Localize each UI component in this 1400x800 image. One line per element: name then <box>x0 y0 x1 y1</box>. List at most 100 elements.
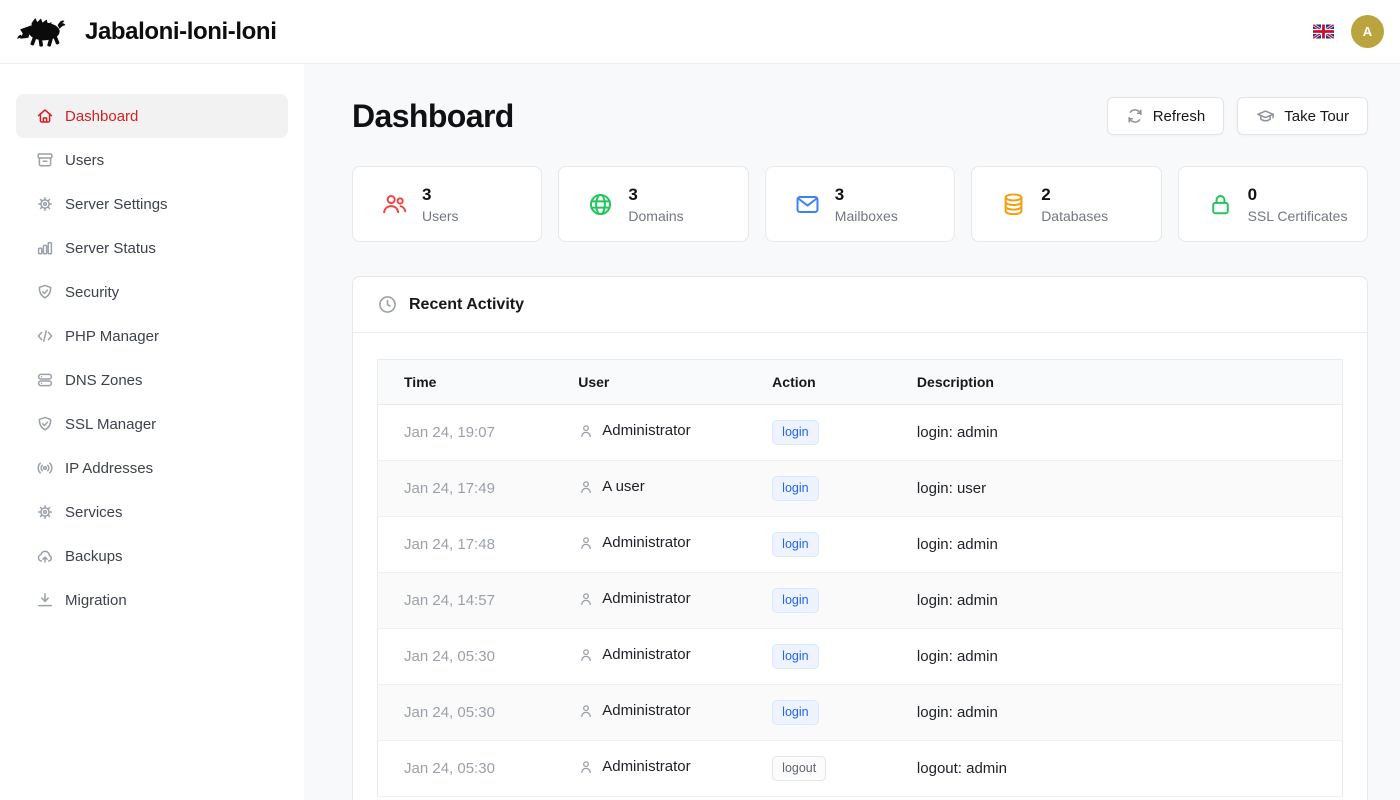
person-icon <box>578 423 594 439</box>
person-icon <box>578 759 594 775</box>
table-header-row: Time User Action Description <box>378 360 1343 405</box>
action-badge: login <box>772 476 818 501</box>
sidebar-item-label: Services <box>65 504 123 521</box>
column-header-description: Description <box>917 360 1343 405</box>
archive-icon <box>36 151 54 169</box>
sidebar-item-ip-addresses[interactable]: IP Addresses <box>16 446 288 490</box>
description-cell: login: admin <box>917 517 1343 573</box>
user-cell: Administrator <box>602 590 690 607</box>
description-cell: logout: admin <box>917 741 1343 797</box>
activity-table: Time User Action Description Jan 24, 19:… <box>377 359 1343 797</box>
stat-cards: 3 Users 3 Domains 3 Mailboxes <box>352 166 1368 242</box>
table-row: Jan 24, 17:49 A user login login: user <box>378 461 1343 517</box>
stat-card-domains: 3 Domains <box>558 166 748 242</box>
sidebar-item-server-status[interactable]: Server Status <box>16 226 288 270</box>
panel-title: Recent Activity <box>409 296 524 314</box>
sidebar-item-security[interactable]: Security <box>16 270 288 314</box>
time-cell: Jan 24, 05:30 <box>378 629 579 685</box>
table-row: Jan 24, 05:30 Administrator login login:… <box>378 629 1343 685</box>
user-cell: Administrator <box>602 422 690 439</box>
page-title: Dashboard <box>352 100 514 132</box>
take-tour-button-label: Take Tour <box>1284 108 1349 125</box>
database-icon <box>1000 191 1027 218</box>
user-cell: A user <box>602 478 645 495</box>
broadcast-icon <box>36 459 54 477</box>
sidebar-item-label: Server Settings <box>65 196 168 213</box>
action-badge: logout <box>772 756 826 781</box>
boar-logo-icon <box>16 12 68 52</box>
time-cell: Jan 24, 05:30 <box>378 685 579 741</box>
person-icon <box>578 479 594 495</box>
sidebar-item-dashboard[interactable]: Dashboard <box>16 94 288 138</box>
language-flag-icon[interactable] <box>1313 24 1334 39</box>
person-icon <box>578 703 594 719</box>
stat-card-databases: 2 Databases <box>971 166 1161 242</box>
refresh-button[interactable]: Refresh <box>1107 97 1225 135</box>
take-tour-button[interactable]: Take Tour <box>1237 97 1368 135</box>
time-cell: Jan 24, 19:07 <box>378 405 579 461</box>
sidebar-item-ssl-manager[interactable]: SSL Manager <box>16 402 288 446</box>
sidebar: Dashboard Users Server Settings Server S… <box>0 64 304 800</box>
stat-card-ssl-certificates: 0 SSL Certificates <box>1178 166 1368 242</box>
time-cell: Jan 24, 17:49 <box>378 461 579 517</box>
stat-card-users: 3 Users <box>352 166 542 242</box>
description-cell: login: admin <box>917 629 1343 685</box>
stat-label: Domains <box>628 208 683 224</box>
sidebar-item-server-settings[interactable]: Server Settings <box>16 182 288 226</box>
home-icon <box>36 107 54 125</box>
sidebar-item-migration[interactable]: Migration <box>16 578 288 622</box>
action-badge: login <box>772 532 818 557</box>
table-row: Jan 24, 17:48 Administrator login login:… <box>378 517 1343 573</box>
graduation-cap-icon <box>1256 107 1275 126</box>
sidebar-item-label: Dashboard <box>65 108 138 125</box>
sidebar-item-services[interactable]: Services <box>16 490 288 534</box>
stat-label: Users <box>422 208 459 224</box>
description-cell: login: admin <box>917 573 1343 629</box>
sidebar-item-label: Migration <box>65 592 127 609</box>
stat-value: 3 <box>628 184 683 205</box>
stat-value: 0 <box>1248 184 1348 205</box>
gear-icon <box>36 195 54 213</box>
stat-card-mailboxes: 3 Mailboxes <box>765 166 955 242</box>
user-cell: Administrator <box>602 758 690 775</box>
sidebar-item-label: IP Addresses <box>65 460 153 477</box>
sidebar-item-php-manager[interactable]: PHP Manager <box>16 314 288 358</box>
person-icon <box>578 591 594 607</box>
description-cell: login: user <box>917 461 1343 517</box>
bar-chart-icon <box>36 239 54 257</box>
recent-activity-panel: Recent Activity Time User Action Descrip… <box>352 276 1368 800</box>
topbar: Jabaloni-loni-loni A <box>0 0 1400 64</box>
sidebar-item-label: PHP Manager <box>65 328 159 345</box>
clock-icon <box>377 294 398 315</box>
user-cell: Administrator <box>602 702 690 719</box>
person-icon <box>578 535 594 551</box>
time-cell: Jan 24, 14:57 <box>378 573 579 629</box>
action-badge: login <box>772 700 818 725</box>
table-row: Jan 24, 19:07 Administrator login login:… <box>378 405 1343 461</box>
sidebar-item-label: DNS Zones <box>65 372 143 389</box>
globe-icon <box>587 191 614 218</box>
sidebar-item-dns-zones[interactable]: DNS Zones <box>16 358 288 402</box>
stat-label: Mailboxes <box>835 208 898 224</box>
action-badge: login <box>772 588 818 613</box>
stat-value: 3 <box>835 184 898 205</box>
sidebar-item-backups[interactable]: Backups <box>16 534 288 578</box>
sidebar-item-users[interactable]: Users <box>16 138 288 182</box>
users-icon <box>381 191 408 218</box>
stat-value: 3 <box>422 184 459 205</box>
stat-value: 2 <box>1041 184 1108 205</box>
stat-label: SSL Certificates <box>1248 208 1348 224</box>
refresh-icon <box>1126 107 1144 125</box>
time-cell: Jan 24, 17:48 <box>378 517 579 573</box>
brand-title: Jabaloni-loni-loni <box>85 18 276 46</box>
refresh-button-label: Refresh <box>1153 108 1206 125</box>
topbar-right: A <box>1313 15 1384 48</box>
time-cell: Jan 24, 05:30 <box>378 741 579 797</box>
action-badge: login <box>772 420 818 445</box>
table-row: Jan 24, 05:30 Administrator login login:… <box>378 685 1343 741</box>
action-badge: login <box>772 644 818 669</box>
shield-check-icon <box>36 283 54 301</box>
sidebar-item-label: Backups <box>65 548 123 565</box>
code-icon <box>36 327 54 345</box>
avatar[interactable]: A <box>1351 15 1384 48</box>
